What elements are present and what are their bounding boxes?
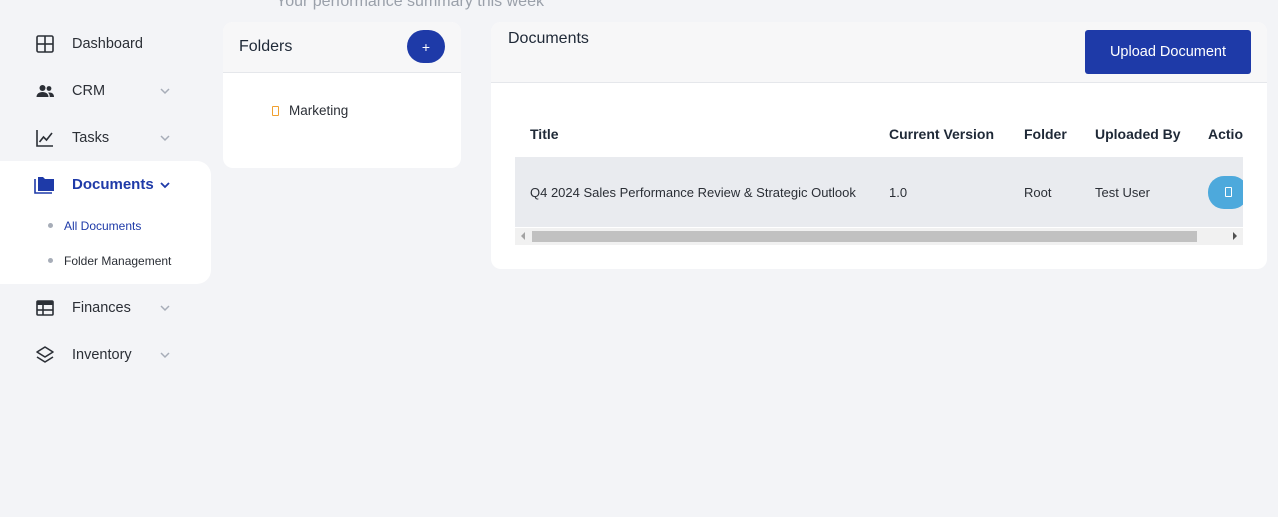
column-header-title[interactable]: Title — [515, 111, 874, 157]
scrollbar-thumb[interactable] — [532, 231, 1197, 242]
sidebar-subitem-all-documents[interactable]: All Documents — [0, 208, 211, 243]
sidebar-item-label: Inventory — [72, 346, 132, 363]
scroll-left-arrow-icon[interactable] — [521, 232, 525, 240]
sidebar-subitem-folder-management[interactable]: Folder Management — [0, 243, 211, 278]
sidebar-subitem-label: Folder Management — [64, 253, 172, 268]
file-icon — [272, 105, 279, 116]
table-header-row: Title Current Version Folder Uploaded By… — [515, 111, 1243, 157]
cell-version: 1.0 — [874, 157, 1009, 227]
sidebar-subitem-label: All Documents — [64, 218, 142, 233]
documents-panel: Documents Upload Document Title Current … — [491, 22, 1267, 269]
chevron-down-icon — [160, 181, 170, 188]
chart-line-icon — [34, 127, 56, 149]
page-subtitle: Your performance summary this week — [276, 0, 544, 10]
documents-table-container: Title Current Version Folder Uploaded By… — [515, 111, 1243, 245]
column-header-folder[interactable]: Folder — [1009, 111, 1080, 157]
bullet-icon — [48, 223, 53, 228]
column-header-uploaded-by[interactable]: Uploaded By — [1080, 111, 1193, 157]
documents-table: Title Current Version Folder Uploaded By… — [515, 111, 1243, 227]
sidebar-item-inventory[interactable]: Inventory — [0, 331, 211, 378]
chevron-down-icon — [160, 87, 170, 94]
documents-header: Documents Upload Document — [491, 22, 1267, 83]
sidebar-section-documents: Documents All Documents Folder Managemen… — [0, 161, 211, 284]
sidebar-item-label: Dashboard — [72, 35, 143, 52]
sidebar-item-finances[interactable]: Finances — [0, 284, 211, 331]
chevron-down-icon — [160, 134, 170, 141]
folders-title: Folders — [239, 38, 293, 55]
column-header-current-version[interactable]: Current Version — [874, 111, 1009, 157]
folder-item-marketing[interactable]: Marketing — [223, 103, 461, 118]
chevron-down-icon — [160, 304, 170, 311]
folders-panel: Folders + Marketing — [223, 22, 461, 168]
view-document-button[interactable] — [1208, 175, 1243, 209]
cell-folder: Root — [1009, 157, 1080, 227]
file-icon — [1224, 187, 1232, 197]
users-icon — [34, 80, 56, 102]
sidebar-item-label: Documents — [72, 176, 154, 193]
chevron-down-icon — [160, 351, 170, 358]
add-folder-button[interactable]: + — [407, 30, 445, 63]
sidebar-item-tasks[interactable]: Tasks — [0, 114, 211, 161]
sidebar-item-crm[interactable]: CRM — [0, 67, 211, 114]
folder-item-label: Marketing — [289, 103, 349, 118]
layers-icon — [34, 344, 56, 366]
grid-icon — [34, 33, 56, 55]
sidebar-item-label: Finances — [72, 299, 131, 316]
sidebar-item-dashboard[interactable]: Dashboard — [0, 20, 211, 67]
horizontal-scrollbar[interactable] — [515, 228, 1243, 245]
upload-document-button[interactable]: Upload Document — [1085, 30, 1251, 74]
cell-uploaded-by: Test User — [1080, 157, 1193, 227]
scroll-right-arrow-icon[interactable] — [1233, 232, 1237, 240]
folder-icon — [34, 174, 56, 196]
column-header-actions: Actio — [1208, 126, 1243, 142]
documents-title: Documents — [508, 30, 589, 47]
folders-header: Folders + — [223, 22, 461, 73]
table-icon — [34, 297, 56, 319]
cell-actions — [1193, 157, 1243, 227]
table-row[interactable]: Q4 2024 Sales Performance Review & Strat… — [515, 157, 1243, 227]
sidebar-item-documents[interactable]: Documents — [0, 161, 211, 208]
sidebar-item-label: Tasks — [72, 129, 110, 146]
bullet-icon — [48, 258, 53, 263]
sidebar: Dashboard CRM Tasks Documents All Docume… — [0, 20, 211, 378]
cell-title: Q4 2024 Sales Performance Review & Strat… — [515, 157, 874, 227]
sidebar-item-label: CRM — [72, 82, 106, 99]
